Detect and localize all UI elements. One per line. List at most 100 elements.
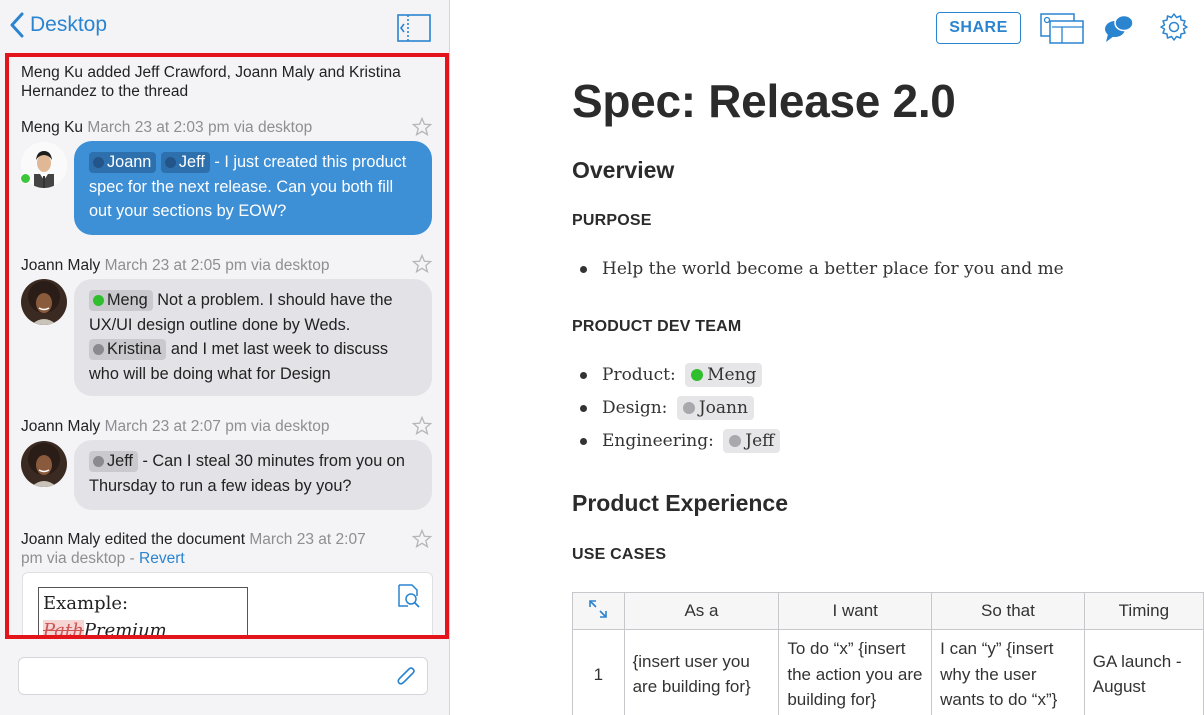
subsection-heading: PURPOSE (572, 212, 652, 229)
table-header-row: As a I want So that Timing (572, 592, 1204, 630)
list-item: Product: Meng (579, 359, 780, 392)
mention-chip[interactable]: Jeff (89, 451, 138, 472)
mention-chip[interactable]: Jeff (160, 152, 210, 173)
table-cell[interactable]: {insert user you are building for} (623, 629, 780, 715)
presentation-icon[interactable] (1040, 13, 1084, 44)
mention-name: Meng (107, 291, 148, 309)
message-time: March 23 at 2:03 pm via desktop (87, 119, 313, 136)
chevron-left-icon (10, 12, 24, 38)
mention-chip[interactable]: Jeff (723, 429, 781, 453)
preview-deleted-text: Path (43, 620, 84, 639)
avatar (21, 279, 67, 325)
table-cell[interactable]: To do “x” {insert the action you are bui… (778, 629, 933, 715)
message-input[interactable] (18, 657, 428, 695)
edit-action: edited the document (104, 531, 246, 548)
system-actor: Meng Ku (21, 64, 84, 81)
mention-chip[interactable]: Meng (685, 363, 763, 387)
revert-link[interactable]: Revert (139, 550, 185, 567)
conversation-topbar: Desktop (0, 0, 450, 54)
edit-separator: - (125, 550, 140, 567)
message-meta: Joann Maly March 23 at 2:05 pm via deskt… (21, 256, 329, 275)
back-label: Desktop (30, 13, 108, 36)
mention-name: Kristina (107, 340, 162, 358)
edit-preview-card[interactable]: Example: PathPremium subscriber (22, 572, 433, 639)
chat-bubbles-icon[interactable] (1103, 12, 1135, 44)
list-item: Design: Joann (579, 392, 780, 425)
star-icon[interactable] (412, 117, 432, 137)
mention-chip[interactable]: Joann (676, 396, 754, 420)
avatar (21, 441, 67, 487)
list-item: Engineering: Jeff (579, 425, 781, 458)
column-header: As a (623, 592, 780, 630)
edit-event: Joann Maly edited the document March 23 … (21, 530, 381, 568)
message-author: Joann Maly (21, 257, 101, 274)
section-heading: Product Experience (572, 490, 789, 516)
table-cell[interactable]: GA launch - August (1083, 629, 1204, 715)
message-text: - I just created this (209, 153, 348, 171)
edit-preview-content: Example: PathPremium subscriber (38, 587, 248, 639)
conversation-panel: Desktop Meng Ku added Jeff Crawford, Joa… (0, 0, 450, 715)
expand-cell[interactable] (572, 592, 625, 630)
column-header: Timing (1083, 592, 1204, 630)
column-header: So that (931, 592, 1085, 630)
table-cell[interactable]: 1 (572, 629, 625, 715)
online-indicator (20, 173, 31, 184)
star-icon[interactable] (412, 416, 432, 436)
team-role: Design: (602, 398, 668, 418)
system-message: Meng Ku added Jeff Crawford, Joann Maly … (21, 63, 401, 101)
team-role: Product: (602, 365, 676, 385)
mention-name: Meng (707, 365, 757, 385)
star-icon[interactable] (412, 254, 432, 274)
mention-dot (93, 157, 104, 168)
column-header: I want (778, 592, 933, 630)
list-item: Help the world become a better place for… (580, 253, 1064, 286)
message-author: Meng Ku (21, 119, 84, 136)
message-bubble: Meng Not a problem. I should have the UX… (74, 279, 432, 396)
star-icon[interactable] (412, 529, 432, 549)
edit-author: Joann Maly (21, 531, 101, 548)
mention-name: Jeff (745, 431, 775, 451)
gear-icon[interactable] (1159, 12, 1189, 42)
subsection-heading: USE CASES (572, 546, 667, 563)
message-time: March 23 at 2:05 pm via desktop (104, 257, 330, 274)
mention-name: Joann (107, 153, 152, 171)
purpose-list: Help the world become a better place for… (580, 253, 1064, 286)
section-heading: Overview (572, 157, 675, 183)
mention-dot (93, 456, 104, 467)
document-title: Spec: Release 2.0 (572, 75, 956, 127)
message-time: March 23 at 2:07 pm via desktop (104, 418, 330, 435)
mention-name: Jeff (178, 153, 205, 171)
mention-dot (729, 435, 742, 447)
mention-dot (93, 344, 104, 355)
team-list: Product: Meng Design: Joann Engineering:… (579, 359, 781, 458)
message-thread[interactable]: Meng Ku added Jeff Crawford, Joann Maly … (5, 53, 449, 639)
subsection-heading: PRODUCT DEV TEAM (572, 318, 742, 335)
mention-dot (682, 402, 695, 414)
paperclip-icon[interactable] (393, 664, 419, 690)
edit-time: March 23 at (249, 531, 332, 548)
document-panel: SHARE Spec: Release 2.0 Overview PURPOSE… (451, 0, 1204, 715)
mention-dot (164, 157, 176, 168)
expand-icon[interactable] (587, 598, 609, 620)
mention-name: Joann (698, 398, 748, 418)
mention-chip[interactable]: Meng (89, 290, 153, 311)
back-button[interactable]: Desktop (10, 12, 107, 38)
share-button[interactable]: SHARE (936, 12, 1021, 44)
table-cell[interactable]: I can “y” {insert why the user wants to … (931, 629, 1085, 715)
collapse-panel-icon[interactable] (397, 14, 431, 42)
preview-search-icon[interactable] (396, 583, 422, 609)
mention-dot (691, 369, 704, 381)
message-bubble: Joann Jeff - I just created this product… (74, 141, 432, 235)
team-role: Engineering: (602, 431, 714, 451)
mention-dot (93, 295, 104, 306)
table-row: 1 {insert user you are building for} To … (572, 629, 1204, 715)
mention-chip[interactable]: Kristina (89, 339, 167, 360)
mention-name: Jeff (107, 452, 133, 470)
message-meta: Joann Maly March 23 at 2:07 pm via deskt… (21, 417, 329, 436)
message-bubble: Jeff - Can I steal 30 minutes from you o… (74, 440, 432, 510)
message-meta: Meng Ku March 23 at 2:03 pm via desktop (21, 118, 312, 137)
preview-line: Example: (43, 593, 129, 614)
use-cases-table[interactable]: As a I want So that Timing 1 {insert use… (572, 592, 1204, 715)
message-author: Joann Maly (21, 418, 101, 435)
mention-chip[interactable]: Joann (89, 152, 157, 173)
